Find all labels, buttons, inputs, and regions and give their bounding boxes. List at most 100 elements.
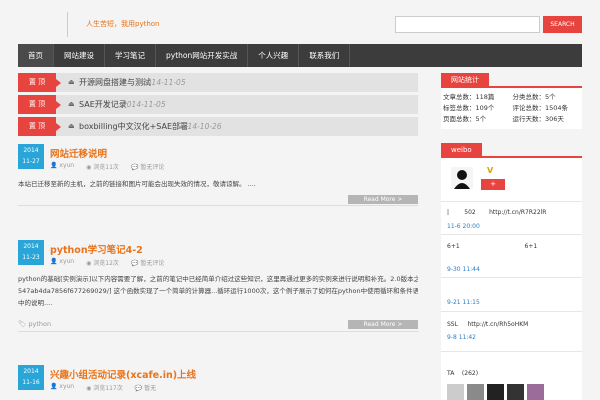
author-meta[interactable]: 👤 xyun — [50, 258, 74, 267]
site-header: 人生苦短，我用python SEARCH — [0, 0, 600, 43]
nav-item-home[interactable]: 首页 — [18, 44, 54, 67]
nav-item-hobby[interactable]: 个人兴趣 — [248, 44, 300, 67]
views-meta: ◉ 浏览11次 — [86, 162, 119, 171]
stat-item: 页面总数：5个 — [443, 115, 487, 123]
comment-icon: 💬 — [130, 260, 139, 267]
pinned-title[interactable]: SAE开发记录 — [79, 95, 127, 114]
divider — [18, 331, 418, 332]
nav-item-contact[interactable]: 联系我们 — [299, 44, 351, 67]
read-more-button[interactable]: Read More > — [348, 320, 418, 329]
feed-text: 6+1 6+1 — [447, 243, 538, 250]
follower-avatar[interactable] — [527, 384, 544, 400]
post-day: 11-16 — [22, 379, 40, 386]
verified-badge: V — [487, 166, 494, 175]
nav-item-python[interactable]: python网站开发实战 — [156, 44, 249, 67]
weibo-widget: weibo V + | 502 http://t.cn/R7R22lR 11-6… — [441, 143, 582, 400]
tag-link[interactable]: python — [28, 320, 51, 328]
search-button[interactable]: SEARCH — [543, 16, 582, 33]
follow-button[interactable]: + — [481, 179, 505, 190]
stat-item: 分类总数：5个 — [512, 93, 556, 101]
widget-header: weibo — [441, 143, 582, 158]
post-card: 2014 11-16 兴趣小组活动记录(xcafe.in)上线 👤 xyun ◉… — [18, 365, 418, 400]
pinned-post[interactable]: 置 顶 ⏏ 开源网盘搭建与测试 2014-11-05 — [18, 73, 418, 92]
feed-time[interactable]: 9-30 11:44 — [447, 266, 480, 273]
post-views: 浏览11次 — [93, 164, 119, 171]
avatar[interactable] — [451, 167, 473, 189]
post-card: 2014 11-27 网站迁移说明 👤 xyun ◉ 浏览11次 💬 暂无评论 … — [18, 144, 418, 204]
user-icon: 👤 — [50, 258, 58, 265]
post-views: 浏览117次 — [93, 385, 123, 392]
post-title[interactable]: python学习笔记4-2 — [50, 242, 143, 256]
excerpt-line: python的基础[实例演示]以下内容需要了解，之前的笔记中已经简单介绍过这些知… — [18, 275, 418, 283]
comments-meta[interactable]: 💬 暂无评论 — [131, 258, 164, 267]
excerpt-line: 中的说明.... — [18, 299, 53, 307]
follower-thumbnails — [447, 384, 544, 400]
post-comments: 暂无 — [144, 385, 157, 392]
comments-meta[interactable]: 💬 暂无评论 — [131, 162, 164, 171]
post-year: 2014 — [23, 243, 39, 250]
divider — [18, 205, 418, 206]
divider — [441, 311, 582, 312]
post-title[interactable]: 兴趣小组活动记录(xcafe.in)上线 — [50, 367, 196, 381]
widget-title: 网站统计 — [441, 73, 489, 88]
divider — [441, 277, 582, 278]
widget-title: weibo — [441, 143, 482, 158]
pinned-date: 2014-10-26 — [178, 122, 222, 131]
user-icon: 👤 — [50, 383, 58, 390]
feed-time[interactable]: 9-21 11:15 — [447, 299, 480, 306]
excerpt-line: 547ab4da7856f677269029/] 这个函数实现了一个简单的计算器… — [18, 287, 418, 295]
pinned-posts: 置 顶 ⏏ 开源网盘搭建与测试 2014-11-05 置 顶 ⏏ SAE开发记录… — [18, 73, 418, 139]
pinned-post[interactable]: 置 顶 ⏏ boxbilling中文汉化+SAE部署 2014-10-26 — [18, 117, 418, 136]
follower-avatar[interactable] — [467, 384, 484, 400]
comment-icon: 💬 — [130, 164, 139, 171]
feed-time[interactable]: 9-8 11:42 — [447, 334, 476, 341]
post-year: 2014 — [23, 368, 39, 375]
pinned-tag: 置 顶 — [18, 73, 61, 92]
post-date-badge: 2014 11-16 — [18, 365, 44, 390]
post-author: xyun — [59, 258, 75, 265]
post-date-badge: 2014 11-27 — [18, 144, 44, 169]
eye-icon: ◉ — [86, 260, 92, 267]
pinned-post[interactable]: 置 顶 ⏏ SAE开发记录 2014-11-05 — [18, 95, 418, 114]
post-card: 2014 11-23 python学习笔记4-2 👤 xyun ◉ 浏览12次 … — [18, 240, 418, 330]
follower-avatar[interactable] — [507, 384, 524, 400]
main-nav: 首页 网站建设 学习笔记 python网站开发实战 个人兴趣 联系我们 — [18, 44, 582, 67]
stat-item: 标签总数：109个 — [443, 104, 495, 112]
stats-grid: 文章总数：118篇 分类总数：5个 标签总数：109个 评论总数：1504条 页… — [441, 88, 582, 129]
divider — [441, 201, 582, 202]
follower-avatar[interactable] — [487, 384, 504, 400]
divider — [441, 351, 582, 352]
post-meta: 👤 xyun ◉ 浏览117次 💬 暂无 — [50, 383, 156, 392]
pinned-title[interactable]: boxbilling中文汉化+SAE部署 — [79, 117, 188, 136]
author-meta[interactable]: 👤 xyun — [50, 162, 74, 171]
nav-item-notes[interactable]: 学习笔记 — [105, 44, 156, 67]
post-title[interactable]: 网站迁移说明 — [50, 146, 107, 160]
post-tags: 🏷 python — [18, 320, 51, 328]
silhouette-icon — [454, 170, 470, 189]
pinned-tag: 置 顶 — [18, 95, 61, 114]
feed-time[interactable]: 11-6 20:00 — [447, 223, 480, 230]
site-tagline: 人生苦短，我用python — [86, 20, 160, 28]
post-excerpt: python的基础[实例演示]以下内容需要了解，之前的笔记中已经简单介绍过这些知… — [18, 273, 418, 309]
views-meta: ◉ 浏览117次 — [86, 383, 123, 392]
post-author: xyun — [59, 162, 75, 169]
pinned-date: 2014-11-05 — [122, 100, 166, 109]
eject-icon: ⏏ — [68, 78, 75, 86]
stat-item: 评论总数：1504条 — [512, 104, 569, 112]
search-input[interactable] — [395, 16, 540, 33]
post-year: 2014 — [23, 147, 39, 154]
pinned-title[interactable]: 开源网盘搭建与测试 — [79, 73, 151, 92]
divider — [441, 234, 582, 235]
post-views: 浏览12次 — [93, 260, 119, 267]
post-excerpt: 本站已迁移至新的主机，之前的链接和图片可能会出现失效的情况，敬请谅解。 .... — [18, 180, 256, 188]
stats-widget: 网站统计 文章总数：118篇 分类总数：5个 标签总数：109个 评论总数：15… — [441, 73, 582, 129]
tag-icon: 🏷 — [18, 320, 27, 328]
comments-meta[interactable]: 💬 暂无 — [135, 383, 156, 392]
pinned-tag: 置 顶 — [18, 117, 61, 136]
follower-avatar[interactable] — [447, 384, 464, 400]
read-more-button[interactable]: Read More > — [348, 195, 418, 204]
eye-icon: ◉ — [86, 164, 92, 171]
author-meta[interactable]: 👤 xyun — [50, 383, 74, 392]
site-logo[interactable] — [18, 12, 68, 37]
nav-item-webdev[interactable]: 网站建设 — [54, 44, 105, 67]
